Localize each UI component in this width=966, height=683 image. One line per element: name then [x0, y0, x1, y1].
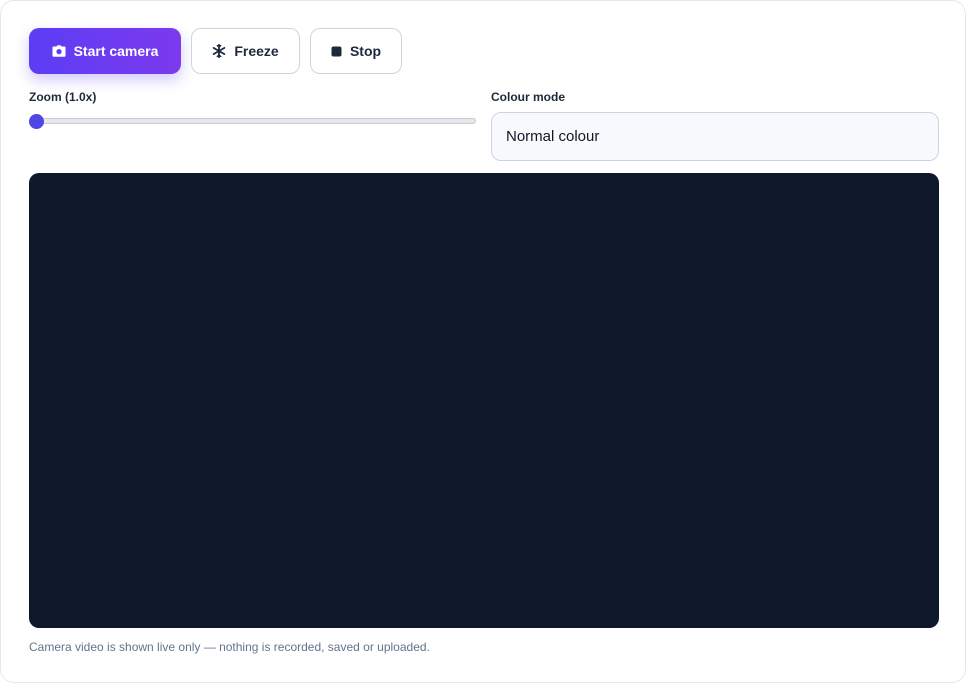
freeze-button[interactable]: Freeze: [191, 28, 300, 74]
colour-mode-value: Normal colour: [506, 128, 600, 145]
zoom-slider-track[interactable]: [31, 118, 476, 124]
privacy-note: Camera video is shown live only — nothin…: [29, 640, 430, 654]
snowflake-icon: [212, 44, 226, 58]
stop-button[interactable]: Stop: [310, 28, 402, 74]
colour-mode-select[interactable]: Normal colour: [491, 112, 939, 161]
start-camera-label: Start camera: [73, 43, 159, 59]
camera-video-area: [29, 173, 939, 628]
camera-panel: Start camera Freeze Stop Zoom (1.0x) Col…: [0, 0, 966, 683]
colour-mode-label: Colour mode: [491, 90, 565, 104]
zoom-label: Zoom (1.0x): [29, 90, 97, 104]
stop-label: Stop: [349, 43, 382, 59]
stop-square-icon: [331, 46, 342, 57]
camera-icon: [52, 45, 66, 57]
freeze-label: Freeze: [234, 43, 279, 59]
start-camera-button[interactable]: Start camera: [29, 28, 181, 74]
zoom-slider-thumb[interactable]: [29, 114, 44, 129]
